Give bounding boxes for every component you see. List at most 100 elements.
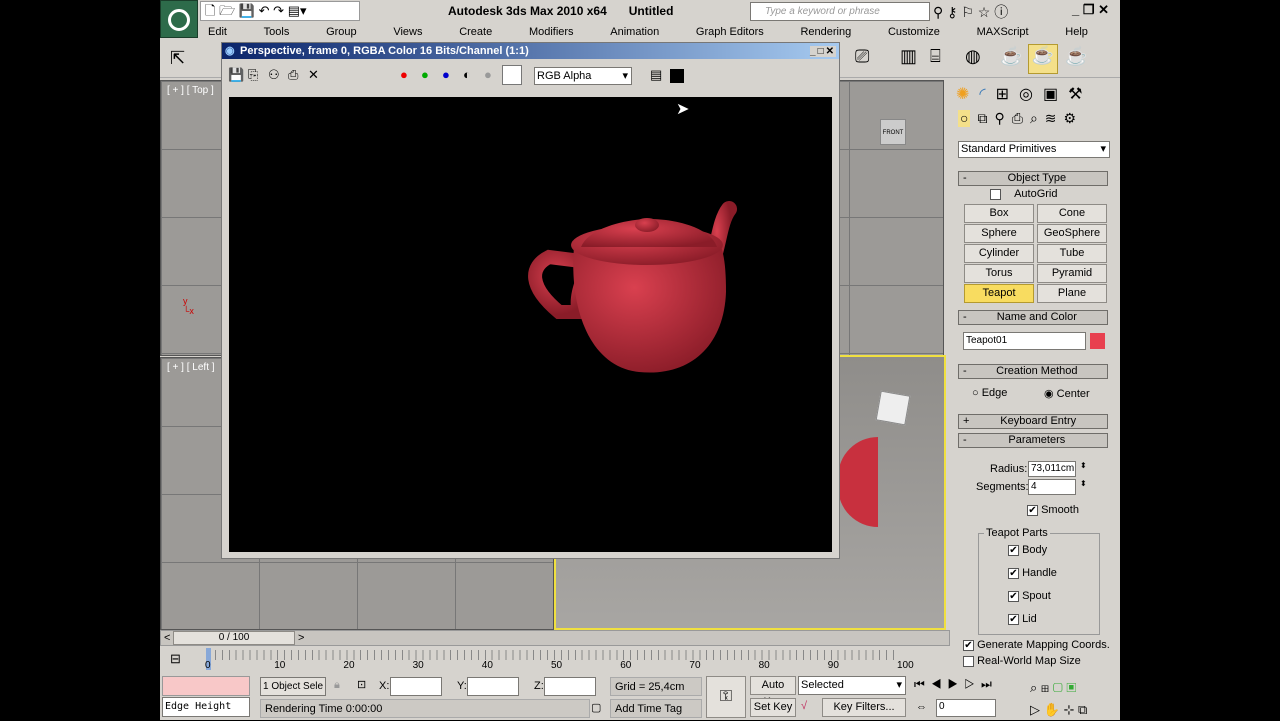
redo-icon[interactable]: ↷ — [273, 2, 284, 20]
go-to-start-icon[interactable]: ⏮ — [914, 677, 931, 691]
box-button[interactable]: Box — [964, 204, 1034, 223]
cylinder-button[interactable]: Cylinder — [964, 244, 1034, 263]
x-coordinate-input[interactable] — [390, 677, 442, 696]
auto-key-button[interactable]: Auto Key — [750, 676, 796, 708]
set-key-mode-button[interactable]: ⚿ — [706, 676, 746, 718]
geosphere-button[interactable]: GeoSphere — [1037, 224, 1107, 243]
render-setup-icon[interactable]: ⎚ — [855, 46, 869, 67]
zoom-all-icon[interactable]: ⊞ — [1041, 680, 1049, 695]
sphere-button[interactable]: Sphere — [964, 224, 1034, 243]
teapot-object[interactable] — [838, 437, 878, 527]
time-slider-thumb[interactable]: 0 / 100 — [173, 631, 295, 645]
next-frame-icon[interactable]: ▷ — [964, 677, 981, 691]
viewcube[interactable] — [875, 390, 911, 426]
body-checkbox[interactable]: ✔ Body — [1008, 544, 1057, 567]
tube-button[interactable]: Tube — [1037, 244, 1107, 263]
display-tab-icon[interactable]: ▣ — [1043, 84, 1058, 104]
favorites-icon[interactable]: ☆ — [978, 4, 991, 20]
key-mode-toggle-icon[interactable]: ⇔ — [916, 701, 927, 713]
category-dropdown[interactable]: Standard Primitives ▾ — [958, 141, 1110, 158]
autogrid-checkbox[interactable]: AutoGrid — [990, 188, 1057, 200]
rollout-object-type[interactable]: - Object Type — [958, 171, 1108, 186]
segments-spinner-arrows[interactable]: ⬍ — [1080, 479, 1087, 488]
menu-tools[interactable]: Tools — [264, 26, 290, 38]
render-window-titlebar[interactable]: ◉ Perspective, frame 0, RGBA Color 16 Bi… — [222, 43, 839, 59]
time-slider[interactable]: < 0 / 100 > — [160, 630, 950, 646]
menu-animation[interactable]: Animation — [610, 26, 659, 38]
helpers-icon[interactable]: ⌕ — [1030, 110, 1038, 127]
material-editor-icon[interactable]: ▥ — [900, 46, 917, 67]
next-frame-arrow[interactable]: > — [298, 632, 304, 644]
create-tab-icon[interactable]: ✺ — [956, 84, 969, 104]
save-image-icon[interactable]: 💾 — [228, 67, 244, 83]
spout-checkbox[interactable]: ✔ Spout — [1008, 590, 1057, 613]
menu-graph-editors[interactable]: Graph Editors — [696, 26, 764, 38]
modify-tab-icon[interactable]: ◜ — [979, 84, 985, 104]
render-frame-window-icon[interactable]: ☕ — [1000, 46, 1022, 67]
set-key-button[interactable]: Set Key — [750, 698, 796, 717]
add-time-tag[interactable]: Add Time Tag — [610, 699, 702, 718]
pyramid-button[interactable]: Pyramid — [1037, 264, 1107, 283]
satellite-icon[interactable]: ⚐ — [961, 4, 974, 20]
render-production-icon[interactable]: ☕ — [1028, 44, 1058, 74]
print-icon[interactable]: ⎙ — [288, 67, 298, 83]
cameras-icon[interactable]: ⎙ — [1012, 110, 1023, 127]
y-coordinate-input[interactable] — [467, 677, 519, 696]
radius-spinner-arrows[interactable]: ⬍ — [1080, 461, 1087, 470]
binoculars-icon[interactable]: ⚲ — [933, 4, 943, 20]
generate-mapping-checkbox[interactable]: ✔ Generate Mapping Coords. — [963, 639, 1110, 651]
menu-help[interactable]: Help — [1065, 26, 1088, 38]
help-icon[interactable]: ⓘ — [994, 4, 1008, 20]
menu-group[interactable]: Group — [326, 26, 357, 38]
absolute-mode-icon[interactable]: ⊡ — [357, 678, 366, 691]
handle-checkbox[interactable]: ✔ Handle — [1008, 567, 1057, 590]
prev-frame-icon[interactable]: ◀ — [931, 677, 948, 691]
display-alpha-swatch[interactable] — [670, 69, 684, 83]
lid-checkbox[interactable]: ✔ Lid — [1008, 613, 1057, 636]
shapes-icon[interactable]: ⧉ — [977, 110, 987, 127]
curve-editor-icon[interactable]: ⊟ — [170, 651, 181, 667]
z-coordinate-input[interactable] — [544, 677, 596, 696]
environment-icon[interactable]: ◍ — [965, 46, 981, 67]
select-object-icon[interactable]: ⇱ — [170, 48, 185, 69]
play-icon[interactable]: ▶ — [948, 677, 965, 691]
segments-spinner[interactable]: 4 — [1028, 479, 1076, 495]
geometry-icon[interactable]: ○ — [958, 110, 971, 127]
field-of-view-icon[interactable]: ▷ — [1030, 702, 1040, 717]
new-file-icon[interactable]: 🗋 — [205, 2, 215, 20]
rollout-parameters[interactable]: - Parameters — [958, 433, 1108, 448]
maxscript-listener[interactable] — [162, 676, 250, 696]
teapot-button[interactable]: Teapot — [964, 284, 1034, 303]
utilities-tab-icon[interactable]: ⚒ — [1068, 84, 1082, 104]
blue-channel-toggle[interactable]: ● — [442, 67, 450, 82]
close-button[interactable]: ✕ — [1098, 2, 1109, 17]
display-channel-dropdown[interactable]: RGB Alpha ▾ — [534, 67, 632, 85]
torus-button[interactable]: Torus — [964, 264, 1034, 283]
real-world-map-checkbox[interactable]: Real-World Map Size — [963, 655, 1081, 667]
menu-rendering[interactable]: Rendering — [800, 26, 851, 38]
copy-image-icon[interactable]: ⚇ — [268, 67, 280, 83]
zoom-icon[interactable]: ⌕ — [1030, 680, 1037, 695]
hierarchy-tab-icon[interactable]: ⊞ — [996, 84, 1009, 104]
open-file-icon[interactable]: 🗁 — [219, 2, 235, 20]
schematic-icon[interactable]: ⌸ — [930, 46, 941, 67]
viewport-label-top[interactable]: [ + ] [ Top ] — [167, 85, 214, 96]
prev-frame-arrow[interactable]: < — [164, 632, 170, 644]
object-color-swatch[interactable] — [1090, 333, 1105, 349]
menu-maxscript[interactable]: MAXScript — [977, 26, 1029, 38]
save-icon[interactable]: 💾 — [239, 2, 255, 20]
menu-customize[interactable]: Customize — [888, 26, 940, 38]
clear-icon[interactable]: ✕ — [308, 67, 319, 83]
radio-center[interactable]: ◉ Center — [1044, 387, 1090, 400]
current-frame-input[interactable]: 0 — [936, 699, 996, 717]
menu-edit[interactable]: Edit — [208, 26, 227, 38]
zoom-extents-icon[interactable]: ▢ — [1053, 680, 1063, 695]
green-channel-toggle[interactable]: ● — [421, 67, 429, 82]
menu-modifiers[interactable]: Modifiers — [529, 26, 574, 38]
selection-lock-icon[interactable]: 🔒︎ — [334, 679, 340, 692]
viewcube[interactable]: FRONT — [880, 119, 906, 145]
radius-spinner[interactable]: 73,011cm — [1028, 461, 1076, 477]
app-logo-button[interactable] — [160, 0, 198, 38]
minimize-button[interactable]: _ — [810, 46, 818, 57]
lights-icon[interactable]: ⚲ — [994, 110, 1004, 127]
